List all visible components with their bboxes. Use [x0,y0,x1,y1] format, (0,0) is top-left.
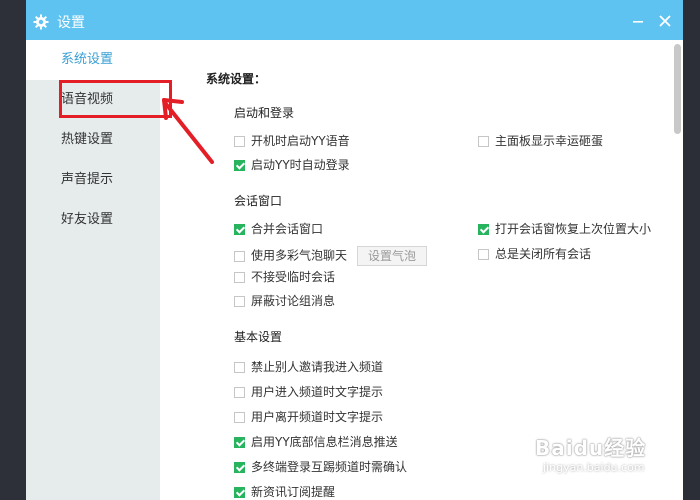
settings-window: 设置 系统设置 语音视频 热键设置 声音提示 好友设置 系统设置： 启动和登录 … [26,0,683,500]
option-launch-on-startup[interactable]: 开机时启动YY语音 [234,133,350,151]
checkbox-checked[interactable] [234,487,245,498]
sidebar-item-system[interactable]: 系统设置 [26,40,160,80]
scrollbar-thumb[interactable] [674,44,681,134]
checkbox[interactable] [234,387,245,398]
checkbox[interactable] [234,296,245,307]
desktop-background-left [0,0,26,500]
checkbox[interactable] [234,362,245,373]
checkbox[interactable] [478,249,489,260]
checkbox[interactable] [234,136,245,147]
option-show-lucky-egg[interactable]: 主面板显示幸运砸蛋 [478,133,603,151]
sidebar-item-sound-alerts[interactable]: 声音提示 [26,160,160,200]
checkbox[interactable] [234,412,245,423]
option-bottom-bar-push[interactable]: 启用YY底部信息栏消息推送 [234,434,398,452]
minimize-icon[interactable] [629,12,647,30]
watermark-url: jingyan.baidu.com [543,461,645,474]
section-title-chat-window: 会话窗口 [234,194,283,208]
option-multi-device-confirm[interactable]: 多终端登录互踢频道时需确认 [234,459,407,477]
sidebar-item-friends[interactable]: 好友设置 [26,200,160,240]
option-merge-chat-windows[interactable]: 合并会话窗口 [234,221,323,239]
page-title: 系统设置： [206,72,267,86]
watermark: Baidu经验 jingyan.baidu.com [535,432,685,474]
checkbox-checked[interactable] [478,224,489,235]
checkbox[interactable] [234,250,245,262]
option-restore-window-position[interactable]: 打开会话窗恢复上次位置大小 [478,221,651,239]
option-user-leave-notice[interactable]: 用户离开频道时文字提示 [234,409,383,427]
checkbox-checked[interactable] [234,437,245,448]
option-reject-temp-sessions[interactable]: 不接受临时会话 [234,269,335,287]
gear-icon [33,14,49,30]
section-title-basic: 基本设置 [234,330,283,344]
option-news-subscription[interactable]: 新资讯订阅提醒 [234,484,335,500]
checkbox-checked[interactable] [234,160,245,171]
bubble-settings-button[interactable]: 设置气泡 [357,246,428,266]
option-user-join-notice[interactable]: 用户进入频道时文字提示 [234,384,383,402]
option-block-channel-invites[interactable]: 禁止别人邀请我进入频道 [234,359,383,377]
option-colorful-bubbles[interactable]: 使用多彩气泡聊天 设置气泡 [234,246,428,266]
checkbox-checked[interactable] [234,224,245,235]
desktop-background-right [683,0,700,500]
checkbox-checked[interactable] [234,462,245,473]
option-auto-login[interactable]: 启动YY时自动登录 [234,157,350,175]
watermark-brand: Baidu经验 [535,436,647,460]
option-close-all-sessions[interactable]: 总是关闭所有会话 [478,246,591,264]
scrollbar[interactable] [671,40,683,500]
sidebar-item-hotkeys[interactable]: 热键设置 [26,120,160,160]
window-title: 设置 [57,15,85,31]
title-bar: 设置 [26,0,683,40]
checkbox[interactable] [478,136,489,147]
checkbox[interactable] [234,272,245,283]
section-title-startup: 启动和登录 [234,106,295,120]
option-block-group-messages[interactable]: 屏蔽讨论组消息 [234,293,335,311]
close-icon[interactable] [656,12,674,30]
settings-content: 系统设置： 启动和登录 开机时启动YY语音 主面板显示幸运砸蛋 启动YY时自动登… [186,40,683,500]
